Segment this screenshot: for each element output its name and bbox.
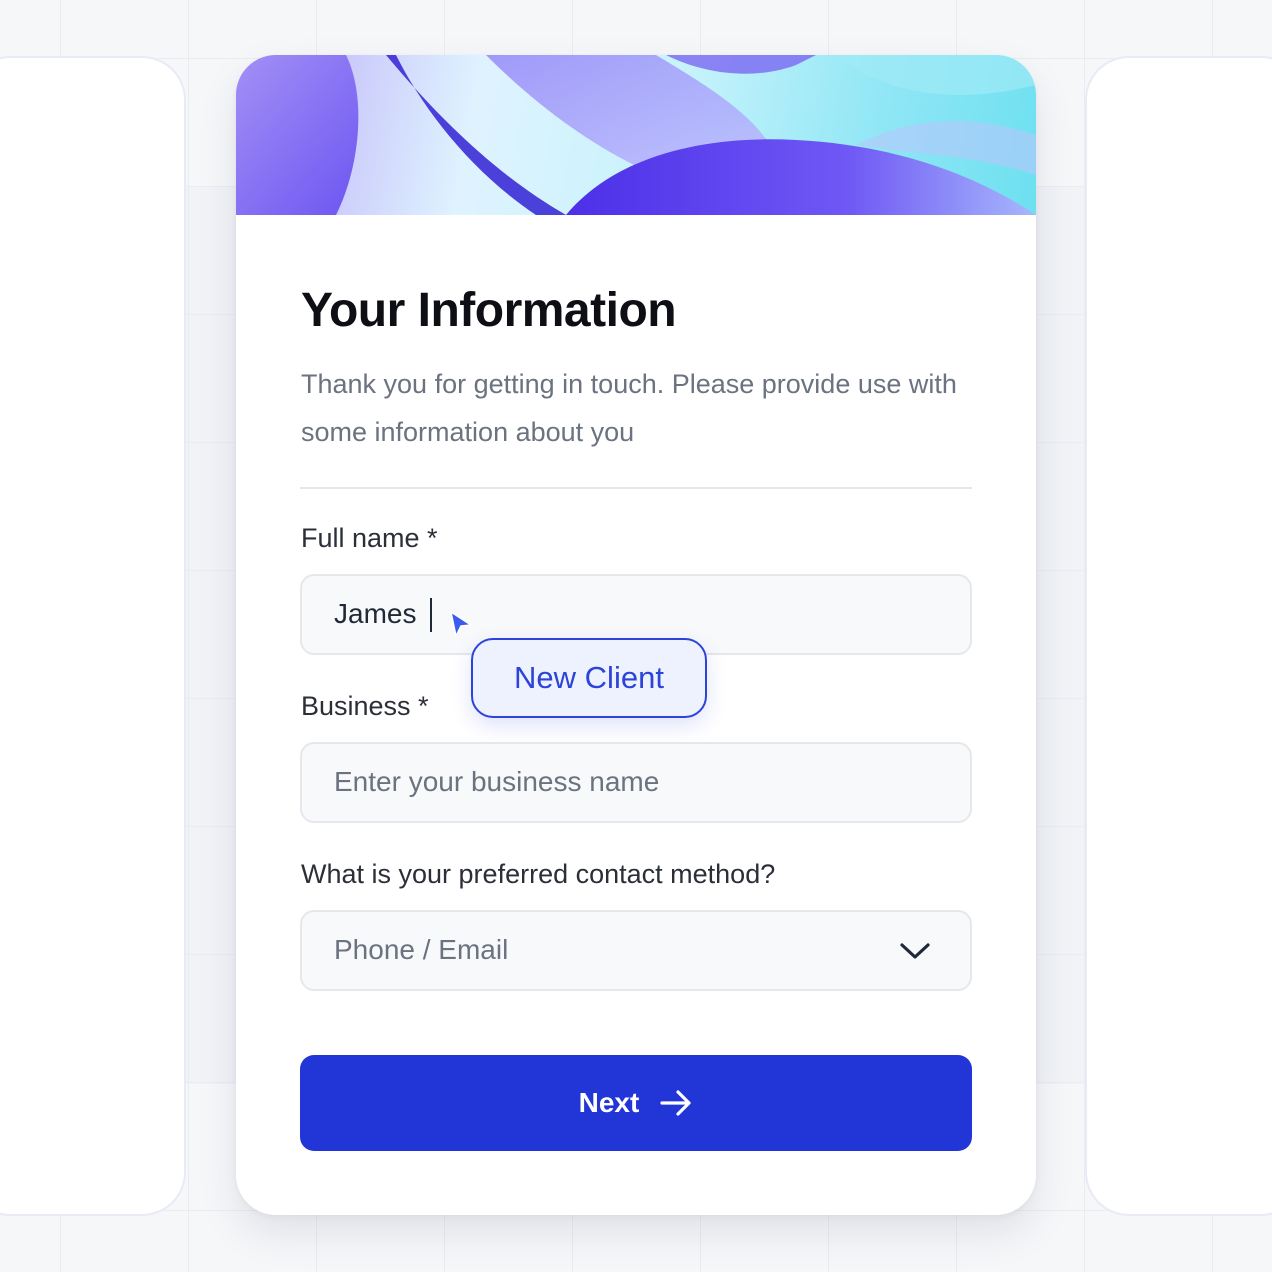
full-name-value: James (334, 598, 417, 629)
next-button[interactable]: Next (300, 1055, 972, 1151)
hero-banner (236, 55, 1036, 215)
chevron-down-icon (900, 943, 930, 959)
side-card-right (1085, 56, 1272, 1216)
side-card-left (0, 56, 186, 1216)
business-label: Business * (301, 691, 429, 721)
business-field[interactable]: Enter your business name (300, 742, 972, 823)
contact-method-select[interactable]: Phone / Email (300, 910, 972, 991)
divider (300, 487, 972, 489)
business-placeholder: Enter your business name (334, 766, 660, 797)
page-subtitle: Thank you for getting in touch. Please p… (301, 369, 957, 447)
full-name-label: Full name * (301, 523, 438, 553)
arrow-right-icon (660, 1090, 691, 1116)
new-client-tag: New Client (471, 638, 707, 718)
page-title: Your Information (301, 284, 677, 337)
information-form-card: Your Information Thank you for getting i… (236, 55, 1036, 1215)
text-caret (430, 598, 432, 632)
cursor-pointer-icon (450, 611, 472, 637)
contact-method-value: Phone / Email (334, 934, 509, 965)
contact-method-label: What is your preferred contact method? (301, 859, 776, 889)
next-button-label: Next (578, 1087, 640, 1118)
hero-abstract-art (236, 55, 1036, 215)
